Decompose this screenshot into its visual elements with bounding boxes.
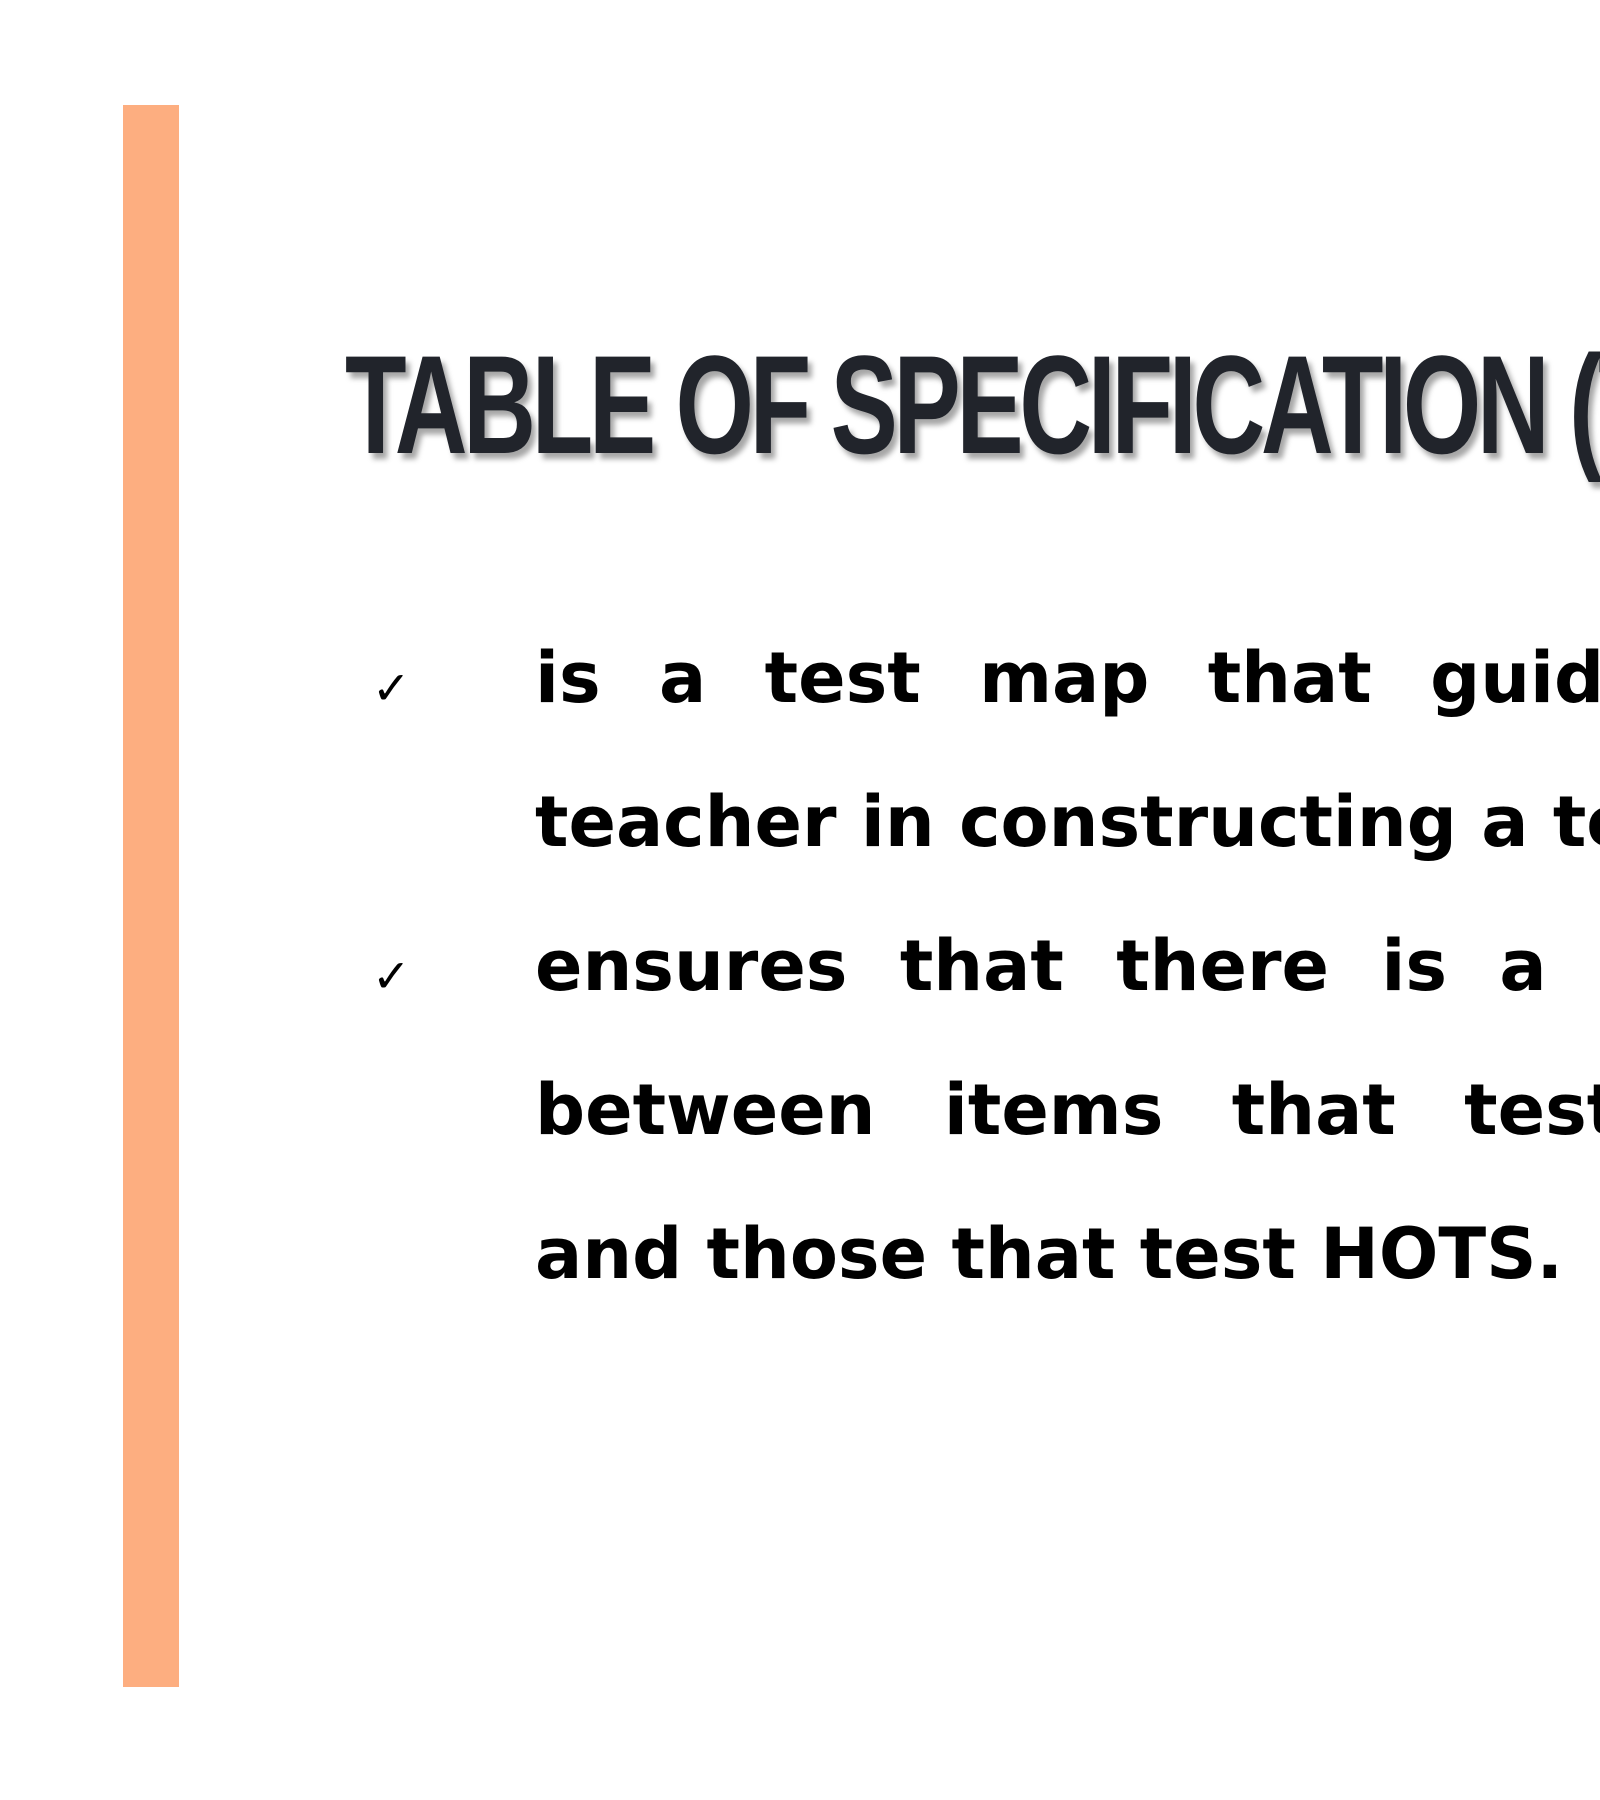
bullet-2-line-3: and those that test HOTS.: [535, 1213, 1564, 1295]
bullet-1-line-1: is a test map that guides: [535, 637, 1600, 719]
checkmark-icon: ✓: [372, 949, 411, 1003]
slide: TABLE OF SPECIFICATION (T ✓ is a test ma…: [0, 0, 1600, 1800]
bullet-list: ✓ is a test map that guides teacher in c…: [0, 0, 1600, 1800]
bullet-2-line-2: between items that test LC: [535, 1069, 1600, 1151]
bullet-1-line-2: teacher in constructing a test.: [535, 781, 1600, 863]
checkmark-icon: ✓: [372, 661, 411, 715]
bullet-2-line-1: ensures that there is a balar: [535, 925, 1600, 1007]
